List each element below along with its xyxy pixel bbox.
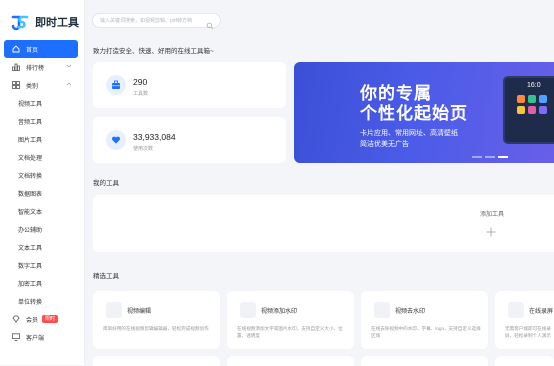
tool-desc: 简单好用的在线视频剪辑编辑器，轻松完成视频创作: [103, 326, 209, 331]
sidebar-item-doc-processing[interactable]: 文档处理: [4, 148, 78, 166]
watermark-icon: [240, 302, 256, 318]
app-name: 即时工具: [35, 17, 79, 29]
carousel-dot[interactable]: [485, 156, 495, 158]
my-tools-title: 我的工具: [93, 180, 119, 187]
stat-card-tools: 290 工具数: [93, 62, 286, 108]
tool-name: 在线录屏: [529, 309, 554, 315]
sidebar-item-smart-text[interactable]: 智能文本: [4, 202, 78, 220]
sidebar-item-label: 办公辅助: [18, 227, 43, 234]
sidebar-item-label: 音频工具: [18, 119, 43, 126]
sidebar-item-label: 客户端: [26, 335, 45, 342]
carousel-dot[interactable]: [472, 156, 482, 158]
sidebar-item-label: 首页: [26, 47, 39, 54]
home-icon: [12, 45, 20, 53]
sidebar-item-category[interactable]: 类别: [4, 76, 78, 94]
sidebar-item-label: 图片工具: [18, 137, 43, 144]
sidebar-item-label: 文本工具: [18, 245, 43, 252]
sidebar-item-label: 智能文本: [18, 209, 43, 216]
sidebar-item-home[interactable]: 首页: [4, 40, 78, 58]
sidebar-item-video-tools[interactable]: 视频工具: [4, 94, 78, 112]
page-slogan: 致力打造安全、快速、好用的在线工具箱~: [93, 48, 214, 55]
sidebar-item-doc-conversion[interactable]: 文档转换: [4, 166, 78, 184]
plus-icon[interactable]: [486, 224, 496, 237]
promo-banner[interactable]: 你的专属 个性化起始页 卡片应用、常用网址、高清壁纸 简洁优美无广告 16:0: [294, 62, 554, 163]
sidebar-item-label: 文档转换: [18, 173, 43, 180]
sidebar-item-membership[interactable]: 会员 限时: [4, 310, 78, 328]
limited-time-badge: 限时: [42, 315, 59, 323]
sidebar-item-label: 视频工具: [18, 101, 43, 108]
add-tool-label[interactable]: 添加工具: [480, 209, 504, 218]
tool-name: 视频编辑: [127, 309, 152, 315]
sidebar-item-unit-conversion[interactable]: 单位转换: [4, 292, 78, 310]
sidebar-item-label: 数据图表: [18, 191, 43, 198]
logo-icon: [11, 13, 29, 31]
tool-card-screen-record[interactable]: 在线录屏 无需客户端即可在线录屏，轻松录制个人演示: [495, 291, 554, 349]
sidebar-item-data-charts[interactable]: 数据图表: [4, 184, 78, 202]
sidebar-nav: 首页 排行榜 类别 视频工具 音频工具 图片工具 文档处理 文档转换 数据图表 …: [0, 40, 84, 346]
search-box: [92, 13, 221, 30]
sidebar-item-label: 加密工具: [18, 281, 43, 288]
tool-name: 视频添加水印: [261, 309, 298, 315]
diamond-icon: [12, 315, 20, 323]
tool-desc: 在线视频添加文字或图片水印，支持自定义大小、位置、透明度: [237, 326, 343, 338]
sidebar-item-office-assist[interactable]: 办公辅助: [4, 220, 78, 238]
sidebar-item-label: 会员: [26, 317, 39, 324]
usage-count-label: 使用次数: [133, 146, 154, 152]
sidebar-item-label: 数字工具: [18, 263, 43, 270]
banner-subtitle-line1: 卡片应用、常用网址、高清壁纸: [360, 130, 458, 137]
banner-title-line2: 个性化起始页: [360, 104, 468, 123]
video-edit-icon: [106, 302, 122, 318]
usage-count: 33,933,084: [133, 132, 176, 142]
tool-count-label: 工具数: [133, 91, 149, 97]
category-icon: [12, 81, 20, 89]
sidebar-item-client[interactable]: 客户端: [4, 328, 78, 346]
monitor-icon: [12, 333, 20, 341]
carousel-dot-active[interactable]: [498, 156, 508, 158]
tool-desc: 在线去除视频中的水印、字幕、logo，支持自定义选择区域: [371, 326, 481, 338]
tool-name: 视频去水印: [395, 309, 426, 315]
sidebar-item-label: 类别: [26, 83, 39, 90]
sidebar-item-label: 单位转换: [18, 299, 43, 306]
logo[interactable]: 即时工具: [11, 12, 79, 32]
sidebar-item-number-tools[interactable]: 数字工具: [4, 256, 78, 274]
tool-card-video-watermark[interactable]: 视频添加水印 在线视频添加文字或图片水印，支持自定义大小、位置、透明度: [227, 291, 354, 349]
toolbox-icon: [106, 75, 126, 95]
device-app-grid: [517, 95, 547, 114]
tool-count: 290: [133, 77, 148, 87]
banner-subtitle-line2: 简洁优美无广告: [360, 141, 409, 148]
sidebar-item-audio-tools[interactable]: 音频工具: [4, 112, 78, 130]
banner-device-mockup: 16:0: [503, 76, 554, 144]
my-tools-panel: 添加工具: [93, 195, 554, 252]
chevron-up-icon: [66, 81, 72, 87]
tool-desc: 无需客户端即可在线录屏，轻松录制个人演示: [505, 326, 551, 338]
sidebar-item-label: 排行榜: [26, 65, 45, 72]
tool-card-remove-watermark[interactable]: 视频去水印 在线去除视频中的水印、字幕、logo，支持自定义选择区域: [361, 291, 488, 349]
sidebar-item-encrypt-tools[interactable]: 加密工具: [4, 274, 78, 292]
device-clock: 16:0: [527, 82, 541, 89]
ranking-icon: [12, 63, 20, 71]
search-icon[interactable]: [206, 17, 214, 30]
sidebar: 即时工具 首页 排行榜 类别 视频工具 音频工具 图片工具 文档处理 文档转换 …: [0, 0, 85, 365]
featured-tools-title: 精选工具: [93, 273, 119, 280]
heart-icon: [106, 130, 126, 150]
carousel-dots[interactable]: [472, 156, 508, 158]
remove-watermark-icon: [374, 302, 390, 318]
screen-record-icon: [508, 302, 524, 318]
sidebar-item-image-tools[interactable]: 图片工具: [4, 130, 78, 148]
sidebar-item-label: 文档处理: [18, 155, 43, 162]
sidebar-item-text-tools[interactable]: 文本工具: [4, 238, 78, 256]
search-input[interactable]: [100, 16, 200, 25]
stat-card-usage: 33,933,084 使用次数: [93, 117, 286, 163]
tool-card-video-edit[interactable]: 视频编辑 简单好用的在线视频剪辑编辑器，轻松完成视频创作: [93, 291, 220, 349]
chevron-down-icon: [66, 63, 72, 69]
sidebar-item-ranking[interactable]: 排行榜: [4, 58, 78, 76]
